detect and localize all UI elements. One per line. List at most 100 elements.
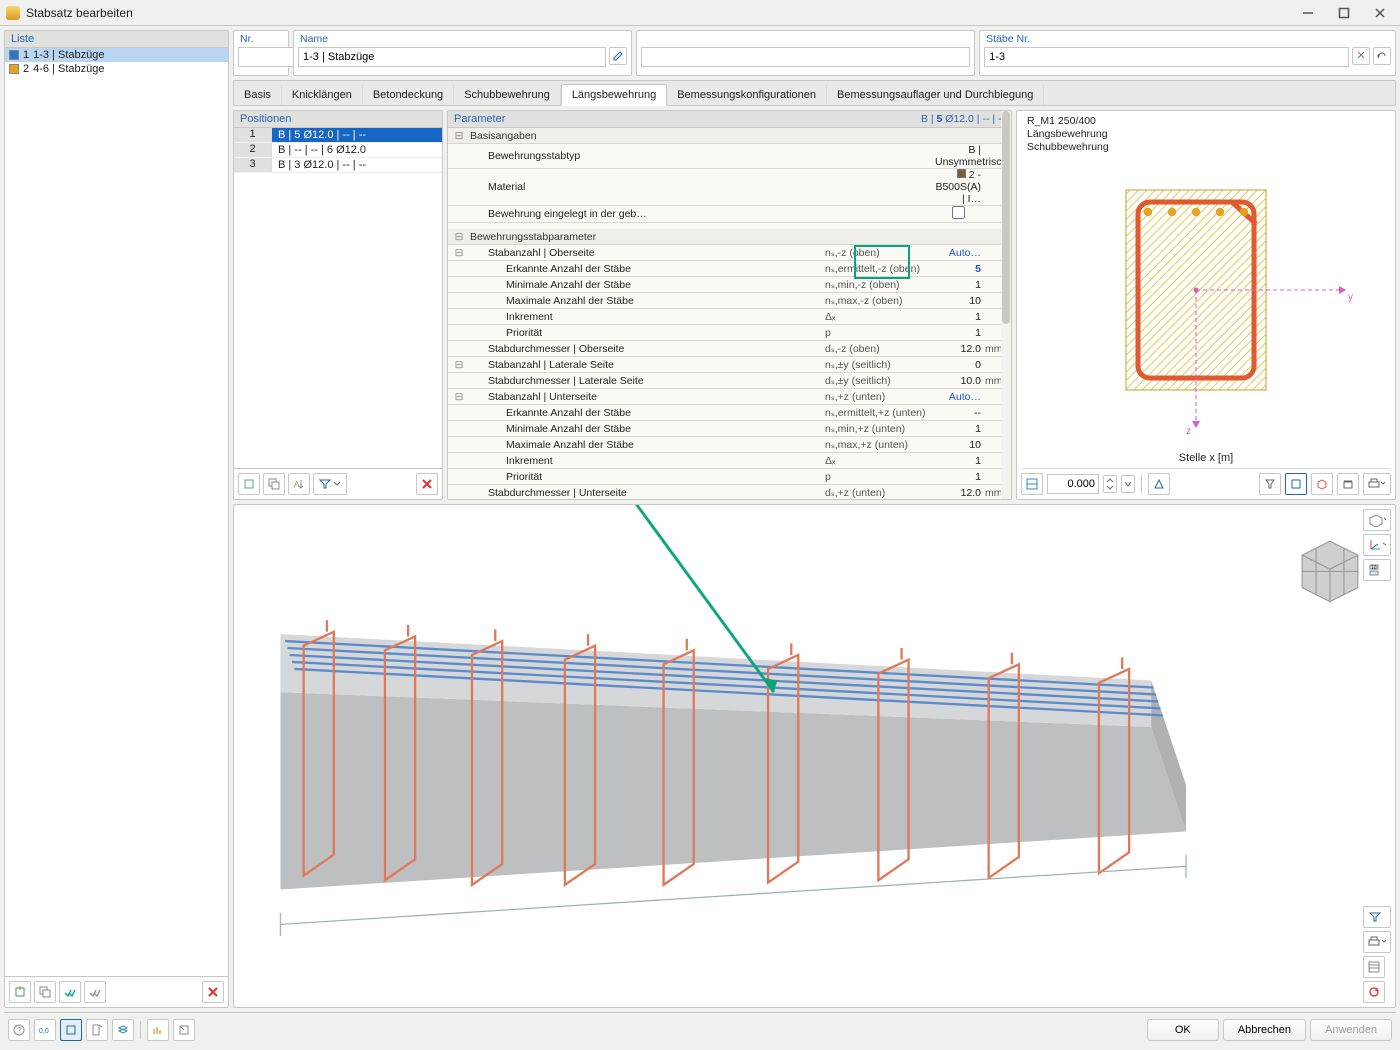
tab-schubbewehrung[interactable]: Schubbewehrung <box>454 85 561 105</box>
footer-results-button[interactable] <box>147 1019 169 1041</box>
footer-units-button[interactable]: 0,0 <box>34 1019 56 1041</box>
pos-add-button[interactable] <box>238 473 260 495</box>
param-value[interactable]: 1 <box>935 279 985 291</box>
xsec-export-button[interactable] <box>1337 473 1359 495</box>
parameter-body[interactable]: ⊟BasisangabenBewehrungsstabtypB | Unsymm… <box>448 128 1011 499</box>
scrollbar-thumb[interactable] <box>1002 111 1010 324</box>
param-row[interactable]: ⊟Stabanzahl | Unterseitenₛ,+z (unten)Aut… <box>448 389 1011 405</box>
param-value[interactable]: 1 <box>935 455 985 467</box>
xsec-locate-button[interactable] <box>1021 473 1043 495</box>
list-item[interactable]: 2 4-6 | Stabzüge <box>5 62 228 76</box>
pick-members-button[interactable] <box>1352 47 1370 65</box>
tab-bemessungsauflager[interactable]: Bemessungsauflager und Durchbiegung <box>827 85 1044 105</box>
pos-copy-button[interactable] <box>263 473 285 495</box>
list-delete-button[interactable] <box>202 981 224 1003</box>
tab-knicklaengen[interactable]: Knicklängen <box>282 85 363 105</box>
select-in-model-button[interactable] <box>1373 47 1391 65</box>
list-copy-button[interactable] <box>34 981 56 1003</box>
param-checkbox[interactable] <box>952 206 965 219</box>
param-group[interactable]: ⊟Basisangaben <box>448 128 1011 144</box>
param-value[interactable]: Auto… <box>935 391 985 403</box>
param-value[interactable]: 10 <box>935 439 985 451</box>
param-row[interactable]: ⊟Stabanzahl | Laterale Seitenₛ,±y (seitl… <box>448 357 1011 373</box>
param-value[interactable]: 5 <box>935 263 985 275</box>
cancel-button[interactable]: Abbrechen <box>1223 1019 1306 1041</box>
table-row[interactable]: 3 B | 3 Ø12.0 | -- | -- <box>234 158 442 173</box>
param-row[interactable]: InkrementΔₓ1 <box>448 453 1011 469</box>
param-value[interactable]: 2 - B500S(A) | I… <box>935 169 985 205</box>
list-item[interactable]: 1 1-3 | Stabzüge <box>5 48 228 62</box>
pos-filter-button[interactable] <box>313 473 347 495</box>
param-value[interactable]: 12.0 <box>935 487 985 499</box>
param-value[interactable]: 10.0 <box>935 375 985 387</box>
edit-name-button[interactable] <box>609 47 627 65</box>
param-row[interactable]: ⊟Stabanzahl | Oberseitenₛ,-z (oben)Auto… <box>448 245 1011 261</box>
list-uncheck-all-button[interactable] <box>84 981 106 1003</box>
pos-delete-button[interactable] <box>416 473 438 495</box>
stelle-dropdown[interactable] <box>1121 475 1135 493</box>
list-check-all-button[interactable] <box>59 981 81 1003</box>
param-row[interactable]: Maximale Anzahl der Stäbenₛ,max,-z (oben… <box>448 293 1011 309</box>
field-name-input[interactable] <box>298 47 606 67</box>
param-value[interactable]: 12.0 <box>935 343 985 355</box>
param-value[interactable]: 0 <box>935 359 985 371</box>
tab-betondeckung[interactable]: Betondeckung <box>363 85 454 105</box>
stelle-stepper[interactable] <box>1103 475 1117 493</box>
field-extra-input[interactable] <box>641 47 970 67</box>
positions-table[interactable]: 1 B | 5 Ø12.0 | -- | -- 2 B | -- | -- | … <box>234 128 442 468</box>
footer-section-button[interactable] <box>86 1019 108 1041</box>
window-close-button[interactable] <box>1366 4 1394 22</box>
param-group[interactable]: ⊟Bewehrungsstabparameter <box>448 229 1011 245</box>
table-row[interactable]: 2 B | -- | -- | 6 Ø12.0 <box>234 143 442 158</box>
param-value[interactable]: -- <box>935 407 985 419</box>
param-row[interactable]: Prioritätp1 <box>448 469 1011 485</box>
list-body[interactable]: 1 1-3 | Stabzüge 2 4-6 | Stabzüge <box>5 48 228 976</box>
ok-button[interactable]: OK <box>1147 1019 1219 1041</box>
scrollbar-vertical[interactable] <box>1001 111 1011 499</box>
expand-icon[interactable]: ⊟ <box>448 391 470 403</box>
list-add-button[interactable] <box>9 981 31 1003</box>
window-maximize-button[interactable] <box>1330 4 1358 22</box>
apply-button[interactable]: Anwenden <box>1310 1019 1392 1041</box>
stelle-input[interactable] <box>1047 474 1099 494</box>
view-iso-button[interactable] <box>1363 509 1391 531</box>
param-row[interactable]: Erkannte Anzahl der Stäbenₛ,ermittelt,-z… <box>448 261 1011 277</box>
param-row[interactable]: Prioritätp1 <box>448 325 1011 341</box>
window-minimize-button[interactable] <box>1294 4 1322 22</box>
view-settings-button[interactable] <box>1363 956 1385 978</box>
param-value[interactable]: Auto… <box>935 247 985 259</box>
param-row[interactable]: Erkannte Anzahl der Stäbenₛ,ermittelt,+z… <box>448 405 1011 421</box>
param-row[interactable]: Stabdurchmesser | Unterseitedₛ,+z (unten… <box>448 485 1011 499</box>
param-value[interactable]: 1 <box>935 423 985 435</box>
view-filter-button[interactable] <box>1363 906 1391 928</box>
xsec-print-button[interactable] <box>1363 473 1391 495</box>
footer-script-button[interactable] <box>173 1019 195 1041</box>
cross-section-drawing[interactable]: y z <box>1021 158 1391 452</box>
view-layers-button[interactable]: 10 <box>1363 559 1391 581</box>
footer-help-button[interactable]: ? <box>8 1019 30 1041</box>
view-refresh-button[interactable] <box>1363 981 1385 1003</box>
xsec-view-button[interactable] <box>1148 473 1170 495</box>
xsec-3d-button[interactable] <box>1311 473 1333 495</box>
param-value[interactable]: B | Unsymmetrisch <box>935 144 985 168</box>
xsec-layers-button[interactable] <box>1285 473 1307 495</box>
param-row[interactable]: BewehrungsstabtypB | Unsymmetrisch <box>448 144 1011 169</box>
view-axes-button[interactable] <box>1363 534 1391 556</box>
tab-basis[interactable]: Basis <box>234 85 282 105</box>
param-row[interactable]: Stabdurchmesser | Laterale Seitedₛ,±y (s… <box>448 373 1011 389</box>
field-staebe-input[interactable] <box>984 47 1349 67</box>
footer-layers-button[interactable] <box>112 1019 134 1041</box>
tab-bemessungskonfig[interactable]: Bemessungskonfigurationen <box>667 85 827 105</box>
xsec-filter-button[interactable] <box>1259 473 1281 495</box>
param-row[interactable]: Minimale Anzahl der Stäbenₛ,min,-z (oben… <box>448 277 1011 293</box>
footer-view-button[interactable] <box>60 1019 82 1041</box>
pos-sort-button[interactable]: A <box>288 473 310 495</box>
param-value[interactable]: 1 <box>935 327 985 339</box>
param-row[interactable]: Minimale Anzahl der Stäbenₛ,min,+z (unte… <box>448 421 1011 437</box>
param-row[interactable]: Bewehrung eingelegt in der geb… <box>448 206 1011 223</box>
tab-laengsbewehrung[interactable]: Längsbewehrung <box>561 84 667 106</box>
expand-icon[interactable]: ⊟ <box>448 247 470 259</box>
table-row[interactable]: 1 B | 5 Ø12.0 | -- | -- <box>234 128 442 143</box>
param-row[interactable]: Stabdurchmesser | Oberseitedₛ,-z (oben)1… <box>448 341 1011 357</box>
param-value[interactable]: 1 <box>935 471 985 483</box>
